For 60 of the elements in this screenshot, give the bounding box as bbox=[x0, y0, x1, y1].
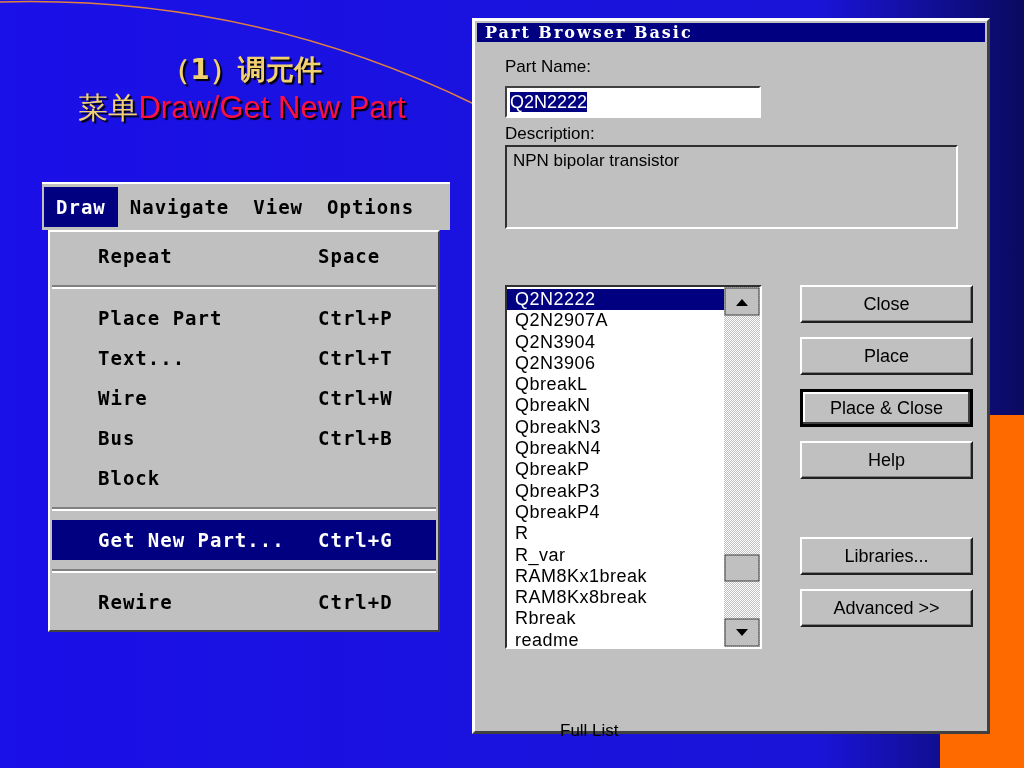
part-name-label: Part Name: bbox=[505, 56, 592, 78]
shortcut-text: Ctrl+G bbox=[318, 529, 393, 551]
menu-item-label: Block bbox=[98, 467, 162, 489]
shortcut-text: Ctrl+B bbox=[318, 427, 393, 449]
menu-item-label: Place Part bbox=[98, 307, 224, 329]
description-label: Description: bbox=[505, 123, 596, 145]
list-item[interactable]: QbreakL bbox=[507, 374, 724, 396]
list-item[interactable]: Q2N2907A bbox=[507, 310, 724, 332]
shortcut-text: Ctrl+P bbox=[318, 307, 393, 329]
dialog-button[interactable]: Advanced >> bbox=[800, 589, 973, 627]
list-item[interactable]: R bbox=[507, 523, 724, 545]
shortcut-text: Ctrl+W bbox=[318, 387, 393, 409]
menu-label: 菜单 bbox=[78, 89, 139, 127]
footer-text: Full List bbox=[560, 721, 620, 741]
menu-item[interactable]: Block bbox=[52, 458, 436, 498]
scrollbar-drawing[interactable] bbox=[724, 287, 760, 647]
menu-item[interactable]: Rewire Ctrl+D bbox=[52, 582, 436, 622]
menu-path-text: Draw/Get New Part bbox=[138, 89, 406, 127]
description-field: NPN bipolar transistor bbox=[505, 145, 958, 229]
dialog-button[interactable]: Libraries... bbox=[800, 537, 973, 575]
list-item[interactable]: QbreakP bbox=[507, 459, 724, 481]
dialog-button[interactable]: Help bbox=[800, 441, 973, 479]
list-item[interactable]: R_var bbox=[507, 544, 724, 566]
menu-bar-item[interactable]: Options bbox=[315, 187, 427, 227]
list-item[interactable]: QbreakP3 bbox=[507, 480, 724, 502]
menu-item-label: Repeat bbox=[98, 245, 174, 267]
menu-item[interactable]: Place Part Ctrl+P bbox=[52, 298, 436, 338]
list-item[interactable]: Q2N3904 bbox=[507, 331, 724, 353]
menu-item[interactable]: Bus Ctrl+B bbox=[52, 418, 436, 458]
menu-item-label: Get New Part... bbox=[98, 529, 286, 551]
part-name-field[interactable]: Q2N2222 bbox=[505, 86, 761, 118]
list-item[interactable]: QbreakN3 bbox=[507, 416, 724, 439]
menu-item-label: Wire bbox=[98, 387, 149, 409]
list-item[interactable]: QbreakN4 bbox=[507, 438, 724, 460]
menu-bar-item[interactable]: View bbox=[241, 187, 316, 227]
shortcut-text: Space bbox=[318, 245, 381, 267]
list-item[interactable]: readme bbox=[507, 629, 724, 652]
menu-item-label: Rewire bbox=[98, 591, 174, 613]
menu-item[interactable]: Wire Ctrl+W bbox=[52, 378, 436, 418]
dialog-button[interactable]: Close bbox=[800, 285, 973, 323]
menu-item[interactable]: Text... Ctrl+T bbox=[52, 338, 436, 378]
list-item[interactable]: Q2N2222 bbox=[507, 289, 724, 311]
list-item[interactable]: QbreakN bbox=[507, 395, 724, 417]
dialog-button[interactable]: Place bbox=[800, 337, 973, 375]
menu-item[interactable]: Get New Part... Ctrl+G bbox=[52, 520, 436, 560]
list-item[interactable]: Q2N3906 bbox=[507, 352, 724, 375]
list-item[interactable]: Rbreak bbox=[507, 608, 724, 630]
dialog-title: Part Browser Basic bbox=[477, 23, 985, 42]
dialog-button[interactable]: Place & Close bbox=[800, 389, 973, 427]
menu-bar-item[interactable]: Navigate bbox=[117, 187, 242, 227]
menu-bar-item[interactable]: Draw bbox=[44, 187, 118, 227]
slide-heading: （1）调元件 bbox=[162, 52, 322, 88]
menu-item-label: Bus bbox=[98, 427, 137, 449]
menu-item[interactable]: Repeat Space bbox=[52, 236, 436, 276]
list-item[interactable]: RAM8Kx1break bbox=[507, 565, 724, 588]
shortcut-text: Ctrl+D bbox=[318, 591, 393, 613]
menu-item-label: Text... bbox=[98, 347, 187, 369]
shortcut-text: Ctrl+T bbox=[318, 347, 393, 369]
list-item[interactable]: RAM8Kx8break bbox=[507, 587, 724, 609]
list-item[interactable]: QbreakP4 bbox=[507, 501, 724, 524]
